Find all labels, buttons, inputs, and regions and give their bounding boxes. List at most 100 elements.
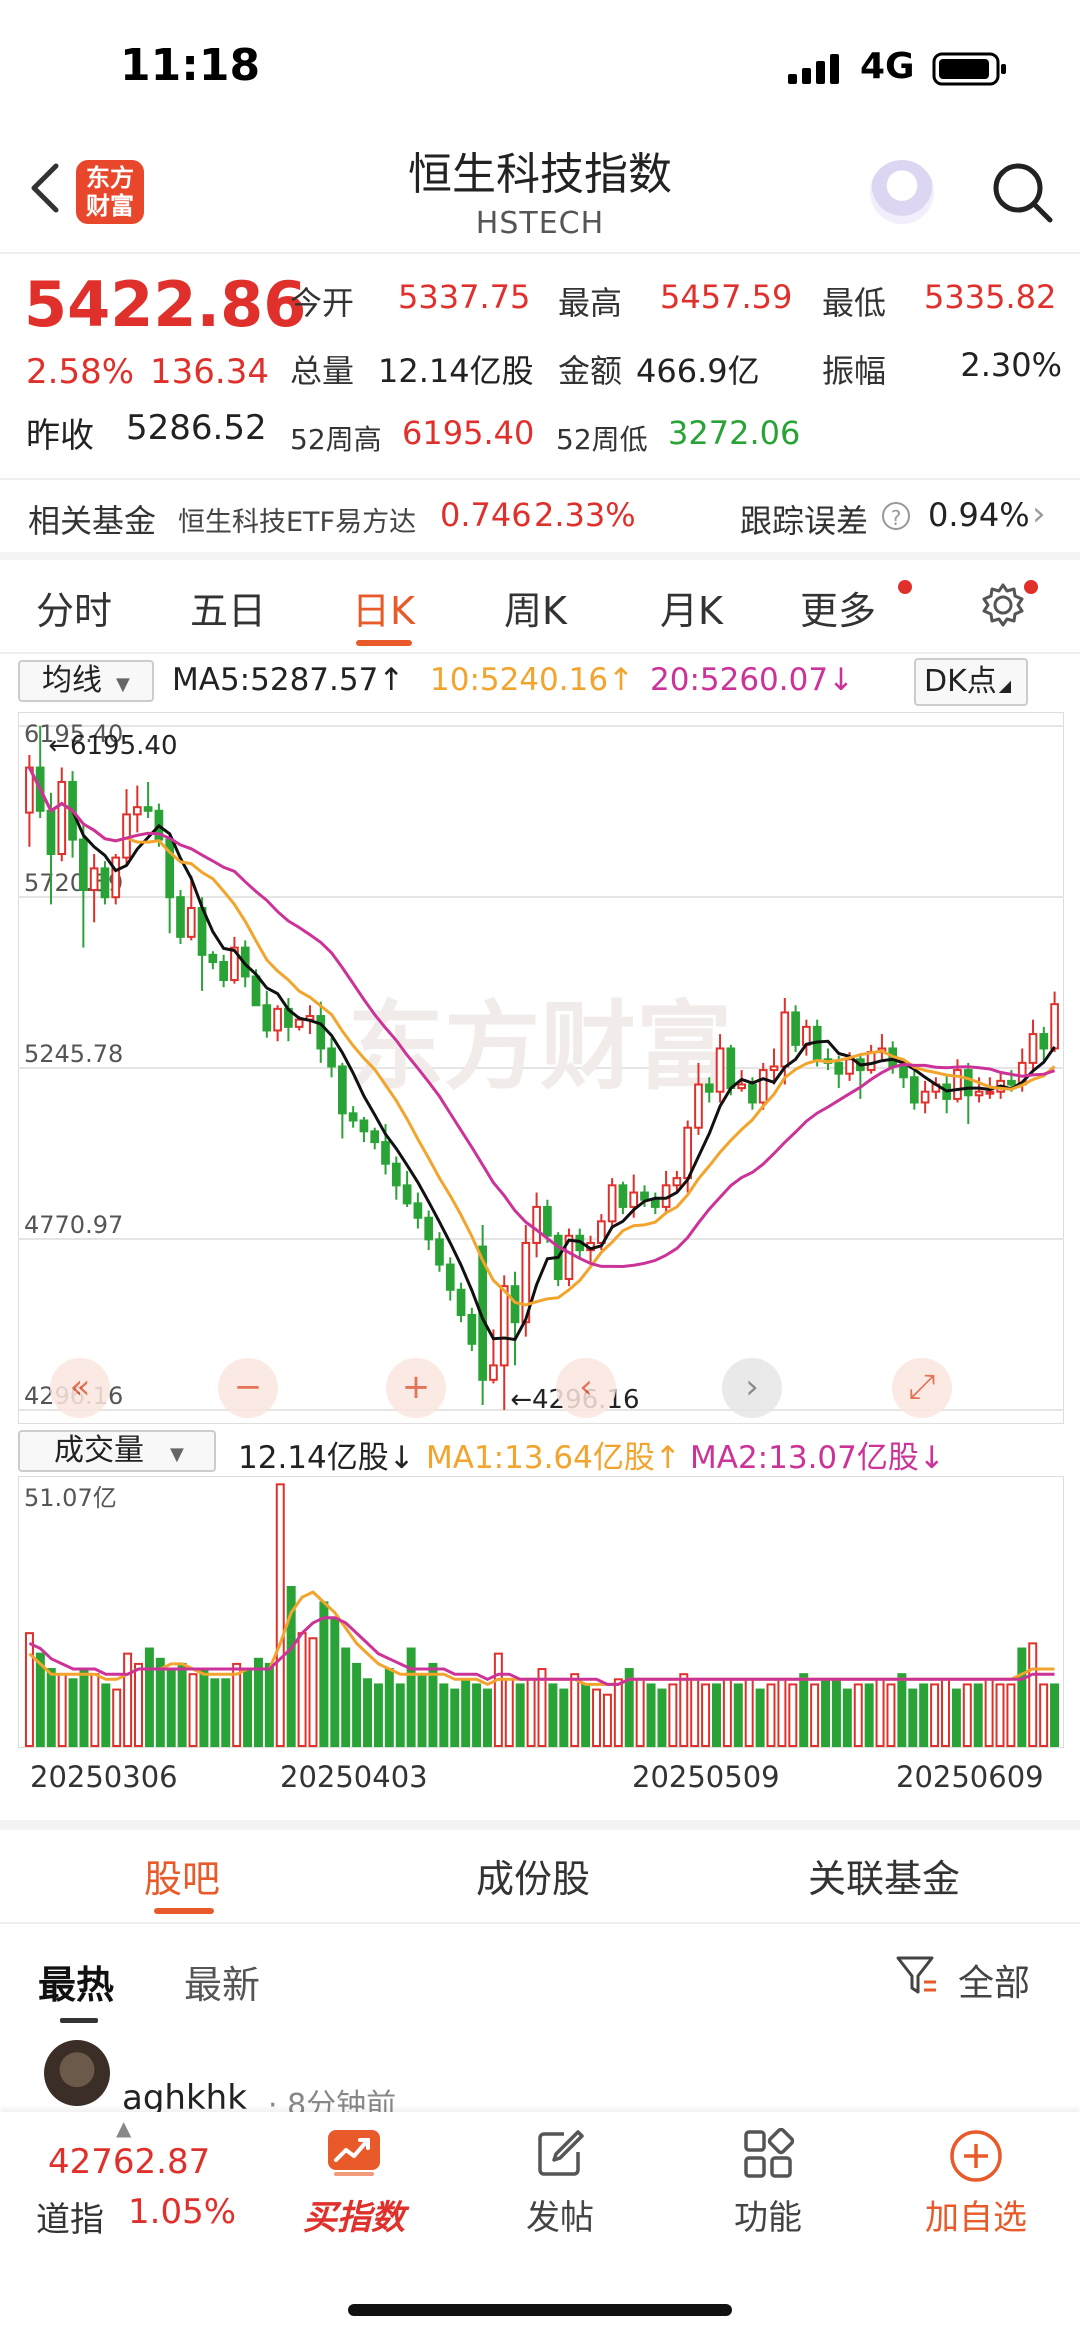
volume-label: 总量 (290, 352, 355, 390)
candle (111, 856, 121, 899)
rewind-button[interactable]: « (50, 1358, 110, 1418)
amount-label: 金额 (558, 352, 623, 390)
volume-bar (112, 1688, 122, 1748)
volume-bar (613, 1678, 623, 1747)
fullscreen-button[interactable]: ⤢ (892, 1358, 952, 1418)
tab-constituents[interactable]: 成份股 (476, 1848, 590, 1903)
high-label: 最高 (558, 284, 623, 322)
candle (391, 1162, 401, 1187)
zoom-out-button[interactable]: − (218, 1358, 278, 1418)
buy-index-icon[interactable] (326, 2128, 382, 2178)
tracking-error-value: 0.94% (928, 496, 1030, 534)
post-button[interactable]: 发帖 (480, 2190, 640, 2239)
dow-value[interactable]: 42762.87 (48, 2142, 210, 2182)
buy-index-button[interactable]: 买指数 (274, 2190, 434, 2239)
compose-icon[interactable] (534, 2128, 586, 2180)
volume-bar (962, 1683, 972, 1747)
volume-bar (297, 1632, 307, 1747)
volume-bar (264, 1662, 274, 1747)
volume-bar (253, 1657, 263, 1748)
filter-label[interactable]: 全部 (958, 1954, 1030, 2006)
volume-bar (308, 1637, 318, 1747)
tab-five-day[interactable]: 五日 (190, 580, 266, 635)
dk-point-button[interactable]: DK点 ◢ (914, 658, 1028, 706)
active-tab-indicator (154, 1908, 214, 1914)
date-label: 20250509 (632, 1760, 780, 1794)
candle (424, 1216, 434, 1241)
filter-icon[interactable] (894, 1952, 940, 1998)
expand-up-icon[interactable]: ▲ (116, 2116, 131, 2140)
candlestick-chart[interactable]: 6195.405720.595245.784770.974296.16东方财富←… (18, 712, 1064, 1424)
active-tab-indicator (60, 2018, 98, 2023)
dow-percent: 1.05% (128, 2192, 237, 2232)
volume-bar (384, 1668, 394, 1747)
zoom-in-button[interactable]: + (386, 1358, 446, 1418)
candle (176, 896, 185, 938)
volume-bar (1017, 1647, 1027, 1747)
grid-apps-icon[interactable] (742, 2128, 794, 2180)
add-circle-icon[interactable] (948, 2128, 1004, 2184)
tab-related-funds[interactable]: 关联基金 (808, 1848, 960, 1903)
home-indicator[interactable] (348, 2304, 732, 2316)
candle (251, 975, 261, 1007)
volume-bar (602, 1693, 612, 1747)
tab-latest[interactable]: 最新 (184, 1954, 260, 2009)
volume-bar (570, 1673, 580, 1748)
candle (132, 806, 142, 816)
add-watchlist-button[interactable]: 加自选 (896, 2190, 1056, 2239)
search-icon[interactable] (990, 160, 1054, 224)
volume-bar (221, 1678, 231, 1747)
divider (0, 1922, 1080, 1924)
chevron-right-icon[interactable]: › (1032, 494, 1046, 534)
tab-day-k[interactable]: 日K (352, 580, 415, 635)
related-fund-name[interactable]: 恒生科技ETF易方达 (178, 500, 416, 539)
volume-bar (951, 1688, 961, 1748)
candle (532, 1205, 541, 1244)
candle (143, 806, 153, 812)
volume-bar (504, 1678, 514, 1747)
volume-bar (864, 1683, 874, 1747)
candle (694, 1083, 703, 1129)
volume-bar (330, 1616, 340, 1747)
candle (57, 780, 67, 855)
signal-icon (788, 54, 839, 84)
tab-month-k[interactable]: 月K (660, 580, 723, 635)
tab-more[interactable]: 更多 (800, 580, 876, 635)
indicator-select[interactable]: 均线 ▼ (18, 660, 154, 702)
candle (963, 1069, 973, 1097)
prev-button[interactable]: ‹ (556, 1358, 616, 1418)
volume-bar (1050, 1683, 1060, 1747)
tab-intraday[interactable]: 分时 (36, 580, 112, 635)
volume-chart[interactable]: 51.07亿 (18, 1476, 1064, 1748)
volume-bar (788, 1683, 798, 1747)
tab-week-k[interactable]: 周K (504, 580, 567, 635)
high-value: 5457.59 (660, 278, 793, 316)
candle (985, 1090, 995, 1095)
active-tab-indicator (356, 640, 412, 646)
avatar[interactable] (44, 2040, 110, 2106)
open-label: 今开 (290, 284, 355, 322)
tab-hottest[interactable]: 最热 (38, 1954, 114, 2009)
volume-bar (210, 1678, 220, 1747)
tab-stock-bar[interactable]: 股吧 (144, 1848, 220, 1903)
network-type: 4G (860, 46, 915, 87)
help-icon[interactable]: ? (882, 502, 910, 530)
candle (672, 1177, 682, 1187)
volume-bar (908, 1688, 918, 1748)
volume-indicator-select[interactable]: 成交量 ▼ (18, 1430, 216, 1472)
candle (402, 1184, 412, 1205)
gear-icon[interactable] (978, 580, 1028, 630)
amplitude-label: 振幅 (822, 352, 887, 390)
volume-bar (875, 1678, 885, 1747)
volume-bar (646, 1683, 656, 1747)
w52-low-label: 52周低 (556, 423, 648, 456)
next-button[interactable]: › (722, 1358, 782, 1418)
y-tick-label: 51.07亿 (24, 1484, 117, 1512)
volume-bar (275, 1483, 285, 1748)
volume-bar (188, 1673, 198, 1748)
volume-bar (24, 1632, 34, 1747)
functions-button[interactable]: 功能 (688, 2190, 848, 2239)
volume-bar (352, 1662, 362, 1747)
assistant-robot-icon[interactable] (870, 160, 934, 224)
volume-value: 12.14亿股 (378, 352, 534, 390)
